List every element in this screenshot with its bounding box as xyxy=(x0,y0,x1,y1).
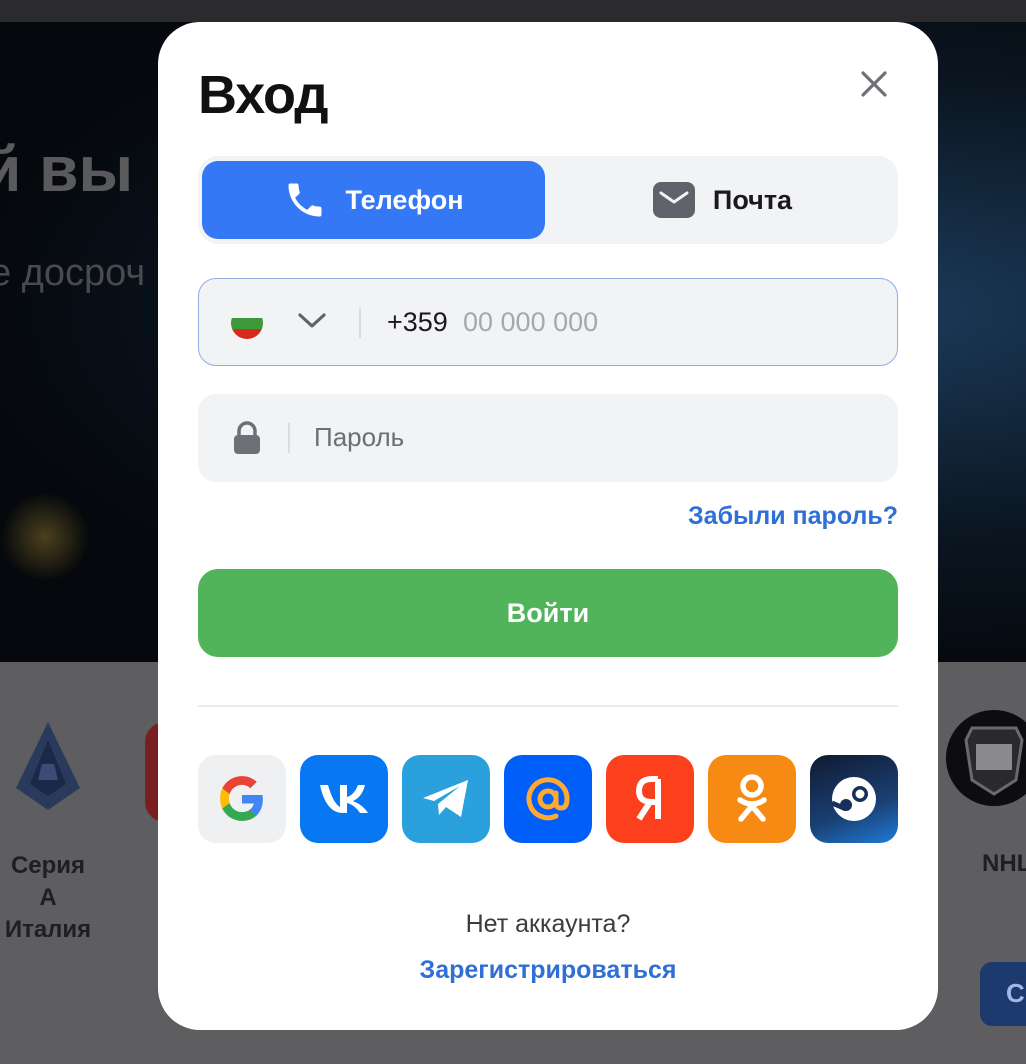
mailru-icon xyxy=(526,777,570,821)
telegram-login-button[interactable] xyxy=(402,755,490,843)
top-bar xyxy=(0,0,1026,22)
background-button[interactable]: С xyxy=(980,962,1026,1026)
login-button[interactable]: Войти xyxy=(198,569,898,657)
league-label-serie-a[interactable]: Серия А Италия xyxy=(0,850,96,946)
odnoklassniki-icon xyxy=(737,774,767,822)
modal-title: Вход xyxy=(198,65,329,125)
google-login-button[interactable] xyxy=(198,755,286,843)
field-divider xyxy=(359,308,361,338)
phone-icon xyxy=(288,183,322,217)
country-flag-icon[interactable] xyxy=(231,307,263,339)
odnoklassniki-login-button[interactable] xyxy=(708,755,796,843)
mail-icon xyxy=(652,182,695,218)
field-divider xyxy=(288,423,290,453)
steam-login-button[interactable] xyxy=(810,755,898,843)
divider xyxy=(198,705,898,707)
password-input[interactable] xyxy=(314,414,854,460)
hero-subtitle: е досроч xyxy=(0,252,146,294)
phone-input[interactable] xyxy=(463,299,843,345)
hero-glow xyxy=(0,492,90,582)
telegram-icon xyxy=(423,780,468,817)
lock-icon xyxy=(234,421,260,454)
tab-phone-label: Телефон xyxy=(345,184,464,215)
no-account-text: Нет аккаунта? xyxy=(465,910,631,938)
league-label-nhl[interactable]: NHL xyxy=(982,850,1026,878)
close-icon xyxy=(861,71,887,97)
tab-phone[interactable]: Телефон xyxy=(202,161,545,239)
close-button[interactable] xyxy=(852,62,896,106)
forgot-password-link[interactable]: Забыли пароль? xyxy=(688,502,898,531)
password-field xyxy=(198,394,898,482)
google-icon xyxy=(220,776,263,821)
yandex-login-button[interactable] xyxy=(606,755,694,843)
login-modal: Вход Телефон Почта +359 00 000 000 Забыл… xyxy=(158,22,938,1030)
tab-mail[interactable]: Почта xyxy=(551,161,894,239)
register-link[interactable]: Зарегистрироваться xyxy=(158,956,938,985)
background-button-label: С xyxy=(1006,978,1025,1008)
country-code: +359 xyxy=(387,307,448,337)
mailru-login-button[interactable] xyxy=(504,755,592,843)
chevron-down-icon[interactable] xyxy=(297,311,327,331)
vk-login-button[interactable] xyxy=(300,755,388,843)
vk-icon xyxy=(320,785,368,813)
hero-title: й вы xyxy=(0,133,134,205)
phone-field: +359 xyxy=(198,278,898,366)
steam-icon xyxy=(831,777,876,821)
login-method-tabs: Телефон Почта xyxy=(198,156,898,244)
yandex-icon xyxy=(636,776,661,821)
serie-a-logo[interactable] xyxy=(6,718,90,814)
tab-mail-label: Почта xyxy=(712,184,793,215)
